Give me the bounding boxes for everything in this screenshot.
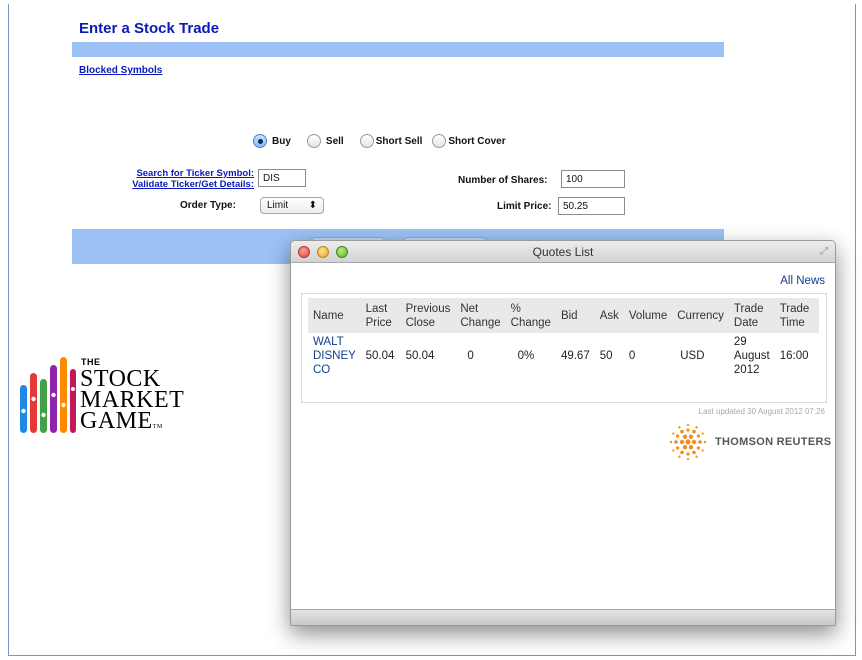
radio-short-sell[interactable]: Short Sell <box>359 134 423 148</box>
window-titlebar[interactable]: Quotes List ⤢ <box>291 241 835 263</box>
radio-short-cover[interactable]: Short Cover <box>432 134 506 148</box>
table-cell: 0 <box>467 350 474 362</box>
quotes-list-window: Quotes List ⤢ All News Name Last Price P… <box>290 240 836 626</box>
table-row: WALT DISNEY CO 50.04 50.04 0 0% 49.67 50… <box>308 333 819 379</box>
table-cell: 0% <box>517 350 535 362</box>
stock-market-game-logo: THE STOCK MARKET GAMETM <box>19 355 209 435</box>
window-statusbar <box>291 609 835 625</box>
logo-bars-icon <box>20 357 76 433</box>
validate-ticker-link[interactable]: Validate Ticker/Get Details: <box>108 179 254 190</box>
column-header: Bid <box>555 298 595 333</box>
radio-label-buy: Buy <box>272 135 291 147</box>
order-type-label: Order Type: <box>180 200 236 211</box>
quote-name-link[interactable]: WALT DISNEY CO <box>308 333 361 379</box>
logo-game-text: GAMETM <box>80 408 163 438</box>
reuters-dots-icon <box>669 423 707 461</box>
table-header-row: Name Last Price Previous Close Net Chang… <box>308 298 819 333</box>
header-band <box>72 42 724 57</box>
column-header: Last Price <box>360 298 401 333</box>
table-cell: 50.04 <box>405 350 435 362</box>
radio-label-short-cover: Short Cover <box>448 135 506 147</box>
logo-game-word: GAME <box>80 408 153 434</box>
quote-name[interactable]: WALT DISNEY CO <box>313 336 356 376</box>
ticker-links: Search for Ticker Symbol: Validate Ticke… <box>108 168 254 190</box>
table-cell: USD <box>680 350 705 362</box>
all-news-link[interactable]: All News <box>780 275 825 287</box>
radio-buy[interactable]: Buy <box>253 134 291 148</box>
column-header: Currency <box>672 298 729 333</box>
reuters-wordmark: THOMSON REUTERS <box>715 436 832 448</box>
radio-label-sell: Sell <box>325 135 344 147</box>
quotes-table-container: Name Last Price Previous Close Net Chang… <box>301 293 827 403</box>
trade-action-group: Buy Sell Short Sell Short Cover <box>253 134 522 148</box>
order-type-value: Limit <box>267 200 289 211</box>
table-cell: 50.04 <box>365 350 395 362</box>
limit-price-input[interactable] <box>558 197 625 215</box>
column-header: Volume <box>623 298 673 333</box>
last-updated-text: Last updated 30 August 2012 07:26 <box>698 407 825 416</box>
table-cell: 16:00 <box>779 350 809 362</box>
column-header: % Change <box>505 298 556 333</box>
radio-button[interactable] <box>359 134 374 148</box>
blocked-symbols-link[interactable]: Blocked Symbols <box>79 65 162 76</box>
quotes-table: Name Last Price Previous Close Net Chang… <box>308 298 819 379</box>
column-header: Previous Close <box>400 298 456 333</box>
radio-sell[interactable]: Sell <box>306 134 344 148</box>
radio-button-selected[interactable] <box>253 134 267 148</box>
column-header: Name <box>308 298 361 333</box>
table-cell: 29 August 2012 <box>733 336 770 376</box>
column-header: Ask <box>594 298 624 333</box>
table-cell: 50 <box>599 350 613 362</box>
column-header: Trade Time <box>774 298 819 333</box>
window-title: Quotes List <box>532 245 594 259</box>
thomson-reuters-logo: THOMSON REUTERS <box>667 423 831 461</box>
page-title: Enter a Stock Trade <box>79 20 220 37</box>
table-cell: 49.67 <box>560 350 590 362</box>
shares-label: Number of Shares: <box>458 175 548 186</box>
logo-tm-mark: TM <box>152 424 163 430</box>
window-content: All News Name Last Price Previous Close … <box>291 263 835 611</box>
column-header: Net Change <box>455 298 506 333</box>
radio-button[interactable] <box>432 134 447 148</box>
search-ticker-link[interactable]: Search for Ticker Symbol: <box>108 168 254 179</box>
fullscreen-icon[interactable]: ⤢ <box>820 246 828 257</box>
radio-label-short-sell: Short Sell <box>375 135 423 147</box>
table-cell: 0 <box>628 350 636 362</box>
radio-button[interactable] <box>306 134 321 148</box>
shares-input[interactable] <box>561 170 625 188</box>
column-header: Trade Date <box>728 298 775 333</box>
ticker-input[interactable] <box>258 169 306 187</box>
order-type-select[interactable]: Limit ⬍ <box>260 197 324 214</box>
select-arrows-icon: ⬍ <box>308 200 317 211</box>
limit-price-label: Limit Price: <box>497 201 552 212</box>
